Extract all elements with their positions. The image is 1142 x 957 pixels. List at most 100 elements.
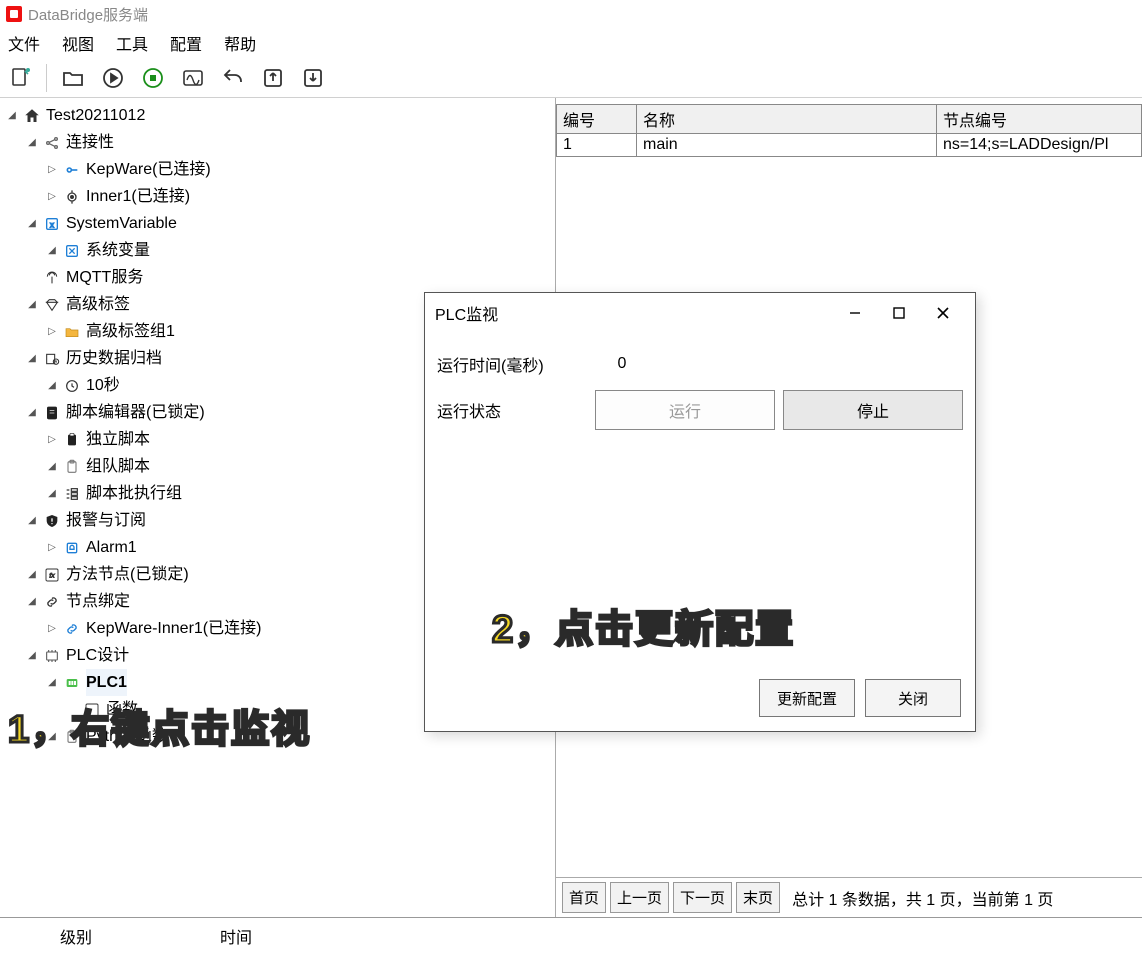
toolbar-separator (46, 64, 47, 92)
menu-help[interactable]: 帮助 (224, 31, 256, 55)
collapse-icon[interactable]: ▷ (46, 542, 58, 554)
log-col-level[interactable]: 级别 (0, 918, 180, 954)
undo-icon[interactable] (219, 64, 247, 92)
menu-bar: 文件 视图 工具 配置 帮助 (0, 28, 1142, 58)
svg-text:fx: fx (49, 572, 55, 579)
pager-first[interactable]: 首页 (562, 882, 606, 913)
link-icon (42, 592, 62, 612)
expand-icon[interactable]: ◢ (46, 380, 58, 392)
tree-mqtt[interactable]: ▷ MQTT服务 (26, 264, 555, 291)
collapse-icon[interactable]: ▷ (46, 623, 58, 635)
expand-icon[interactable]: ◢ (26, 515, 38, 527)
expand-icon[interactable]: ◢ (26, 299, 38, 311)
plc-monitor-dialog: PLC监视 运行时间(毫秒) 0 运行状态 运行 停止 更新配置 关闭 (424, 292, 976, 732)
plc-icon (42, 646, 62, 666)
expand-icon[interactable]: ◢ (6, 110, 18, 122)
col-node[interactable]: 节点编号 (937, 105, 1142, 134)
pager-info: 总计 1 条数据，共 1 页，当前第 1 页 (792, 886, 1053, 910)
expand-icon[interactable]: ◢ (26, 137, 38, 149)
expand-icon[interactable]: ◢ (26, 650, 38, 662)
clipboard-icon (62, 430, 82, 450)
stop-icon[interactable] (139, 64, 167, 92)
svg-text:x: x (50, 220, 54, 229)
new-file-icon[interactable] (6, 64, 34, 92)
update-config-button[interactable]: 更新配置 (759, 679, 855, 717)
fx-icon: fx (42, 565, 62, 585)
script-icon (42, 403, 62, 423)
tree-sysvar[interactable]: ◢ x SystemVariable (26, 210, 555, 237)
wave-icon[interactable] (179, 64, 207, 92)
import-icon[interactable] (299, 64, 327, 92)
target-icon (62, 187, 82, 207)
log-col-time[interactable]: 时间 (180, 918, 1142, 954)
dialog-body: 运行时间(毫秒) 0 运行状态 运行 停止 (425, 333, 975, 669)
title-bar: DataBridge服务端 (0, 0, 1142, 28)
minimize-icon[interactable] (833, 298, 877, 328)
batch-icon (62, 484, 82, 504)
clipboard-outline-icon (62, 457, 82, 477)
expand-icon[interactable]: ◢ (46, 677, 58, 689)
menu-file[interactable]: 文件 (8, 31, 40, 55)
diamond-icon (42, 295, 62, 315)
runtime-label: 运行时间(毫秒) (437, 352, 577, 376)
dialog-title: PLC监视 (435, 301, 498, 325)
grid-row[interactable]: 1 main ns=14;s=LADDesign/Pl (557, 134, 1142, 157)
dialog-titlebar[interactable]: PLC监视 (425, 293, 975, 333)
collapse-icon[interactable]: ▷ (46, 434, 58, 446)
collapse-icon[interactable]: ▷ (46, 326, 58, 338)
stop-button[interactable]: 停止 (783, 390, 963, 430)
pager-next[interactable]: 下一页 (673, 882, 732, 913)
menu-view[interactable]: 视图 (62, 31, 94, 55)
expand-icon[interactable]: ◢ (26, 407, 38, 419)
tree-inner1[interactable]: ▷ Inner1(已连接) (46, 183, 555, 210)
variable-x-icon (62, 241, 82, 261)
menu-tools[interactable]: 工具 (116, 31, 148, 55)
log-panel: 级别 时间 (0, 917, 1142, 957)
collapse-icon[interactable]: ▷ (46, 164, 58, 176)
app-icon (6, 6, 22, 22)
variable-icon: x (42, 214, 62, 234)
shield-icon (42, 511, 62, 531)
expand-icon[interactable]: ◢ (46, 461, 58, 473)
tool-bar (0, 58, 1142, 98)
expand-icon[interactable]: ◢ (26, 353, 38, 365)
grid-header-row: 编号 名称 节点编号 (557, 105, 1142, 134)
expand-icon[interactable]: ◢ (46, 245, 58, 257)
fx-small-icon (82, 700, 102, 720)
expand-icon[interactable]: ◢ (46, 488, 58, 500)
expand-icon[interactable]: ◢ (26, 596, 38, 608)
close-button[interactable]: 关闭 (865, 679, 961, 717)
state-label: 运行状态 (437, 398, 577, 422)
window-title: DataBridge服务端 (28, 4, 148, 25)
run-button[interactable]: 运行 (595, 390, 775, 430)
collapse-icon[interactable]: ▷ (46, 191, 58, 203)
clipboard-py-icon (62, 727, 82, 747)
tree-root[interactable]: ◢ Test20211012 (6, 102, 555, 129)
plug-icon (62, 160, 82, 180)
export-icon[interactable] (259, 64, 287, 92)
maximize-icon[interactable] (877, 298, 921, 328)
archive-icon (42, 349, 62, 369)
tree-connectivity[interactable]: ◢ 连接性 (26, 129, 555, 156)
expand-icon[interactable]: ◢ (46, 731, 58, 743)
tree-kepware[interactable]: ▷ KepWare(已连接) (46, 156, 555, 183)
col-name[interactable]: 名称 (637, 105, 937, 134)
plc-chip-icon (62, 673, 82, 693)
pager-last[interactable]: 末页 (736, 882, 780, 913)
home-icon (22, 106, 42, 126)
play-icon[interactable] (99, 64, 127, 92)
expand-icon[interactable]: ◢ (26, 569, 38, 581)
runtime-value: 0 (577, 355, 667, 373)
close-icon[interactable] (921, 298, 965, 328)
bell-icon (62, 538, 82, 558)
clock-icon (62, 376, 82, 396)
link-blue-icon (62, 619, 82, 639)
open-folder-icon[interactable] (59, 64, 87, 92)
pager-prev[interactable]: 上一页 (610, 882, 669, 913)
col-id[interactable]: 编号 (557, 105, 637, 134)
expand-icon[interactable]: ◢ (26, 218, 38, 230)
tree-sysvar-child[interactable]: ◢ 系统变量 (46, 237, 555, 264)
menu-config[interactable]: 配置 (170, 31, 202, 55)
folder-icon (62, 322, 82, 342)
data-grid[interactable]: 编号 名称 节点编号 1 main ns=14;s=LADDesign/Pl (556, 98, 1142, 157)
